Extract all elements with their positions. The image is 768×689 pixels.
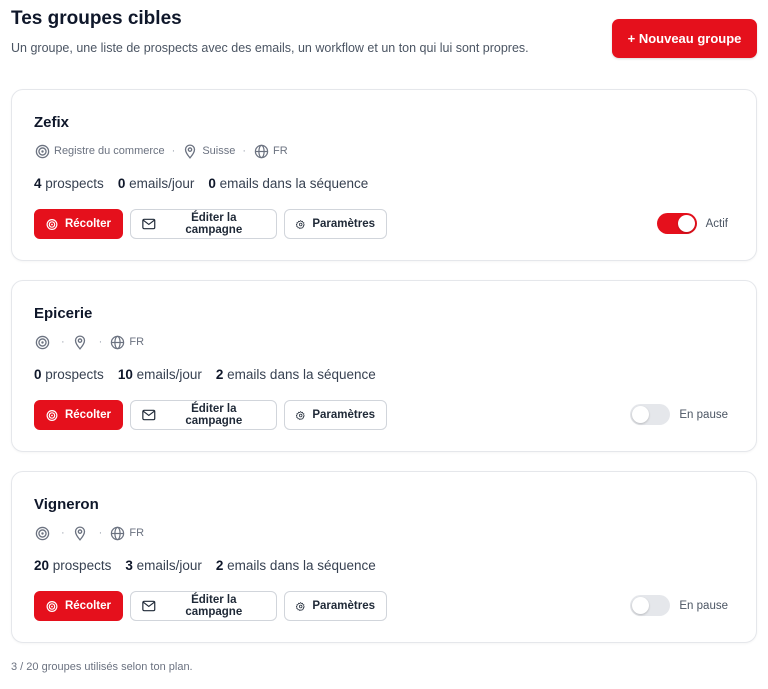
group-source: Registre du commerce bbox=[54, 145, 165, 157]
settings-button[interactable]: Paramètres bbox=[284, 209, 387, 239]
status-label: En pause bbox=[679, 599, 728, 612]
active-toggle[interactable] bbox=[630, 404, 671, 425]
group-language: FR bbox=[129, 336, 145, 348]
prospects-stat: 4 prospects bbox=[34, 176, 104, 191]
mail-icon bbox=[142, 409, 156, 421]
group-card: Vigneron · · FR 20 prospects 3 emails/jo… bbox=[11, 471, 757, 643]
sequence-emails-stat: 0 emails dans la séquence bbox=[208, 176, 369, 191]
group-location: Suisse bbox=[202, 145, 236, 157]
gear-icon bbox=[296, 601, 305, 611]
group-card: Epicerie · · FR 0 prospects 10 emails/jo… bbox=[11, 280, 757, 452]
usage-note: 3 / 20 groupes utilisés selon ton plan. bbox=[11, 661, 193, 673]
settings-button[interactable]: Paramètres bbox=[284, 591, 387, 621]
map-pin-icon bbox=[182, 143, 198, 159]
target-icon bbox=[34, 143, 50, 159]
map-pin-icon bbox=[72, 525, 88, 541]
group-language: FR bbox=[129, 527, 145, 539]
prospects-stat: 0 prospects bbox=[34, 367, 104, 382]
page-header: Tes groupes cibles Un groupe, une liste … bbox=[11, 8, 757, 68]
mail-icon bbox=[142, 218, 156, 230]
sequence-emails-stat: 2 emails dans la séquence bbox=[215, 558, 376, 573]
collect-button[interactable]: Récolter bbox=[34, 400, 123, 430]
sequence-emails-stat: 2 emails dans la séquence bbox=[215, 367, 376, 382]
group-stats: 20 prospects 3 emails/jour 2 emails dans… bbox=[34, 558, 376, 573]
group-meta: · · FR bbox=[34, 524, 144, 542]
group-actions: Récolter Éditer la campagne Paramètres bbox=[34, 209, 387, 239]
group-stats: 4 prospects 0 emails/jour 0 emails dans … bbox=[34, 176, 368, 191]
gear-icon bbox=[296, 219, 305, 229]
gear-icon bbox=[296, 410, 305, 420]
page-subtitle: Un groupe, une liste de prospects avec d… bbox=[11, 41, 529, 55]
target-icon bbox=[46, 409, 58, 421]
globe-icon bbox=[109, 334, 125, 350]
prospects-stat: 20 prospects bbox=[34, 558, 112, 573]
status-toggle-group: Actif bbox=[656, 213, 728, 234]
status-toggle-group: En pause bbox=[630, 595, 728, 616]
group-language: FR bbox=[273, 145, 288, 157]
group-stats: 0 prospects 10 emails/jour 2 emails dans… bbox=[34, 367, 376, 382]
target-icon bbox=[34, 525, 50, 541]
collect-button[interactable]: Récolter bbox=[34, 209, 123, 239]
target-icon bbox=[46, 218, 58, 230]
group-name: Vigneron bbox=[34, 496, 99, 513]
emails-per-day-stat: 0 emails/jour bbox=[117, 176, 195, 191]
status-label: Actif bbox=[705, 217, 728, 230]
group-name: Epicerie bbox=[34, 305, 93, 322]
edit-campaign-button[interactable]: Éditer la campagne bbox=[130, 591, 277, 621]
active-toggle[interactable] bbox=[656, 213, 697, 234]
map-pin-icon bbox=[72, 334, 88, 350]
mail-icon bbox=[142, 600, 156, 612]
target-icon bbox=[34, 334, 50, 350]
status-toggle-group: En pause bbox=[630, 404, 728, 425]
settings-button[interactable]: Paramètres bbox=[284, 400, 387, 430]
group-meta: · · FR bbox=[34, 333, 144, 351]
collect-button[interactable]: Récolter bbox=[34, 591, 123, 621]
edit-campaign-button[interactable]: Éditer la campagne bbox=[130, 209, 277, 239]
emails-per-day-stat: 3 emails/jour bbox=[125, 558, 202, 573]
globe-icon bbox=[109, 525, 125, 541]
group-meta: Registre du commerce · Suisse · FR bbox=[34, 142, 288, 160]
group-actions: Récolter Éditer la campagne Paramètres bbox=[34, 400, 387, 430]
globe-icon bbox=[253, 143, 269, 159]
new-group-button[interactable]: + Nouveau groupe bbox=[612, 19, 757, 58]
group-name: Zefix bbox=[34, 114, 70, 131]
group-actions: Récolter Éditer la campagne Paramètres bbox=[34, 591, 387, 621]
target-icon bbox=[46, 600, 58, 612]
status-label: En pause bbox=[679, 408, 728, 421]
active-toggle[interactable] bbox=[630, 595, 671, 616]
emails-per-day-stat: 10 emails/jour bbox=[117, 367, 202, 382]
edit-campaign-button[interactable]: Éditer la campagne bbox=[130, 400, 277, 430]
page-title: Tes groupes cibles bbox=[11, 8, 182, 29]
group-card: Zefix Registre du commerce · Suisse · FR… bbox=[11, 89, 757, 261]
